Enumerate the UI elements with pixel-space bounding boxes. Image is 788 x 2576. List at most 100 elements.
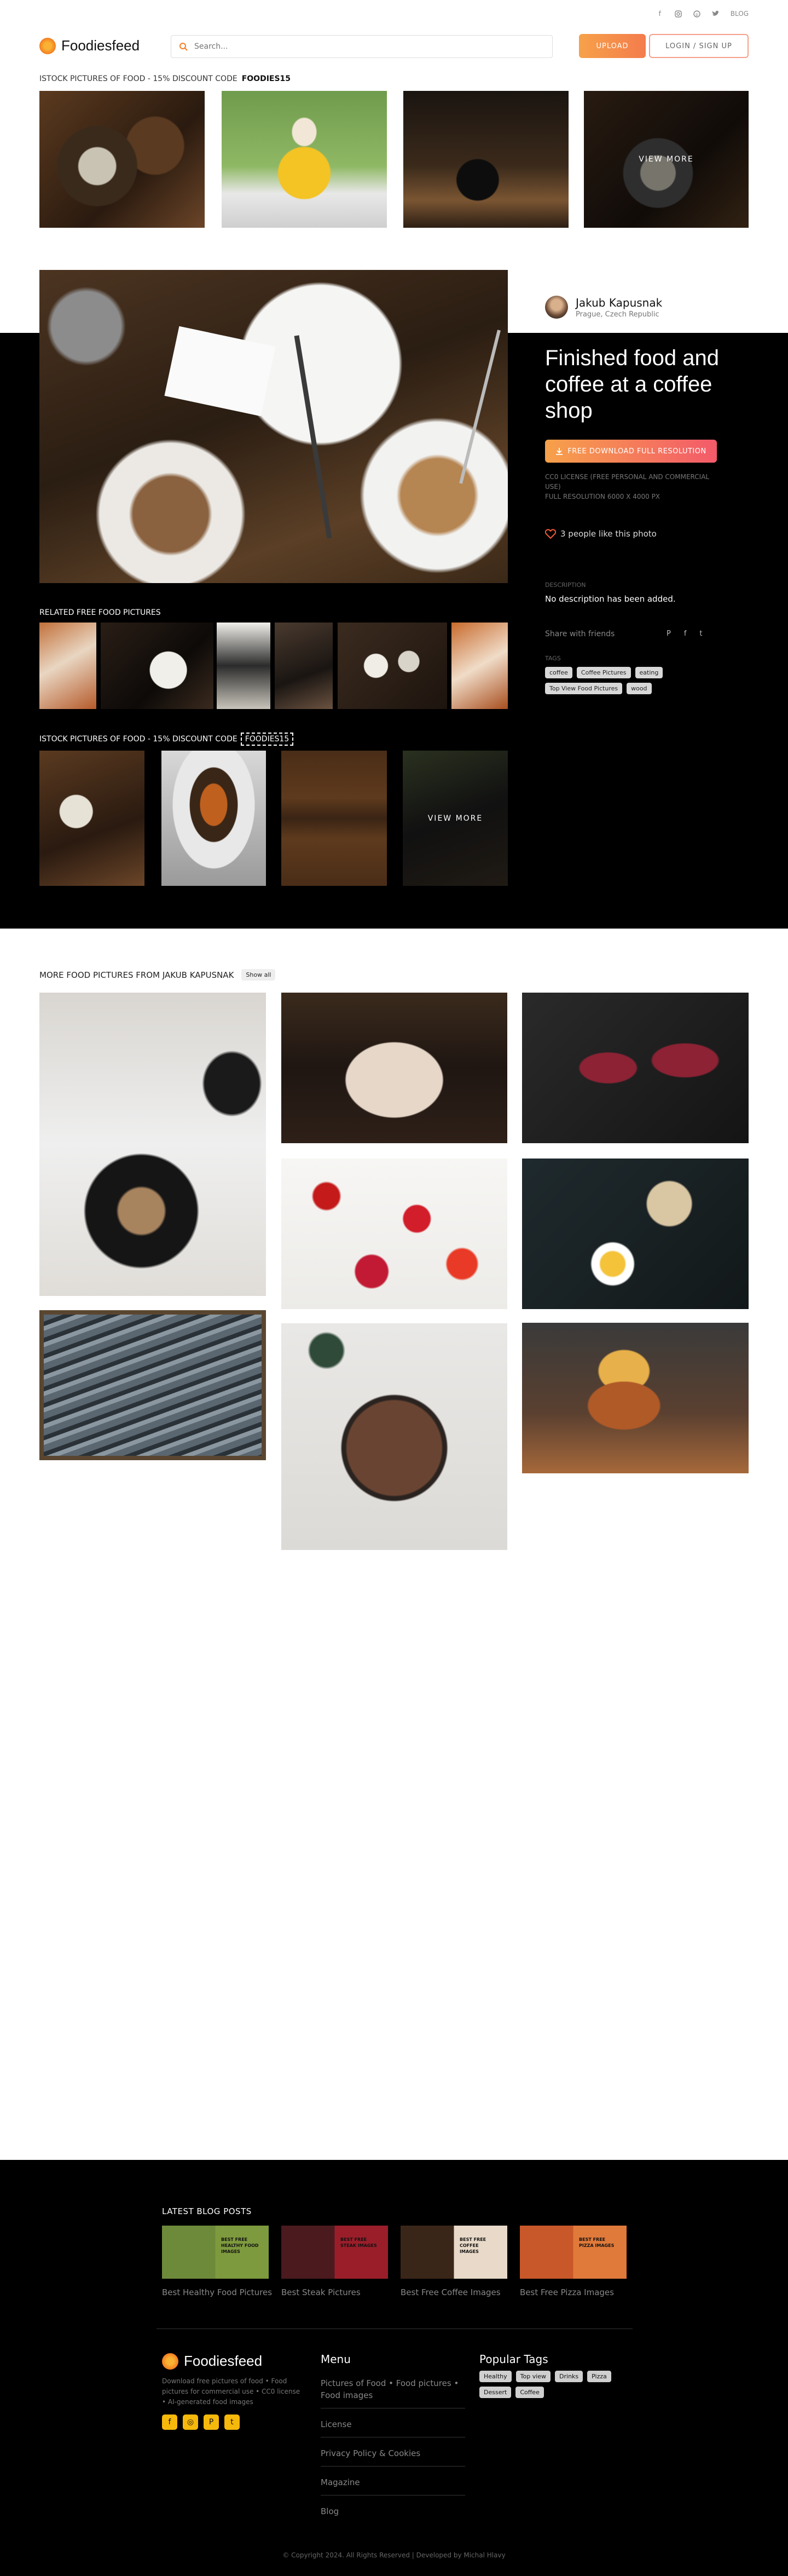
footer-tags-title: Popular Tags	[479, 2353, 548, 2366]
blog-post-caption[interactable]: Best Healthy Food Pictures	[162, 2287, 272, 2297]
brand-name: Foodiesfeed	[61, 37, 140, 54]
footer-tags: Healthy Top view Drinks Pizza Dessert Co…	[479, 2371, 622, 2398]
related-thumb[interactable]	[275, 623, 333, 709]
blog-post-image[interactable]: BEST FREE PIZZA IMAGES	[520, 2226, 627, 2279]
istock-promo-dark[interactable]: ISTOCK PICTURES OF FOOD - 15% DISCOUNT C…	[39, 733, 294, 746]
view-more-label: VIEW MORE	[584, 91, 749, 228]
blog-post-image[interactable]: BEST FREE STEAK IMAGES	[281, 2226, 388, 2279]
main-photo[interactable]	[39, 270, 508, 583]
blog-post-badge: BEST FREE STEAK IMAGES	[340, 2237, 377, 2248]
photo-title: Finished food and coffee at a coffee sho…	[545, 346, 720, 423]
gallery-photo[interactable]	[522, 993, 749, 1143]
promo-code: FOODIES15	[241, 74, 291, 83]
download-icon	[556, 448, 563, 455]
blog-post-image[interactable]: BEST FREE COFFEE IMAGES	[401, 2226, 507, 2279]
share-facebook-icon[interactable]: f	[684, 630, 687, 638]
description-label: DESCRIPTION	[545, 581, 586, 589]
related-thumb[interactable]	[39, 623, 96, 709]
facebook-icon[interactable]: f	[162, 2414, 177, 2430]
footer-tag-chip[interactable]: Coffee	[515, 2387, 544, 2398]
footer-tag-chip[interactable]: Healthy	[479, 2371, 512, 2382]
gallery-photo[interactable]	[281, 1159, 507, 1309]
tag-chip[interactable]: Coffee Pictures	[576, 667, 631, 678]
instagram-icon[interactable]: ◎	[183, 2414, 198, 2430]
resolution-text: FULL RESOLUTION 6000 X 4000 PX	[545, 493, 660, 500]
share-twitter-icon[interactable]: t	[699, 630, 702, 638]
share-label: Share with friends	[545, 630, 615, 638]
footer-logo[interactable]: Foodiesfeed	[162, 2353, 262, 2370]
blog-post-image[interactable]: BEST FREE HEALTHY FOOD IMAGES	[162, 2226, 269, 2279]
footer-tag-chip[interactable]: Pizza	[587, 2371, 611, 2382]
istock-dark-thumb[interactable]	[39, 751, 144, 886]
pinterest-icon[interactable]: P	[204, 2414, 219, 2430]
share-pinterest-icon[interactable]: P	[667, 630, 671, 638]
tag-chip[interactable]: coffee	[545, 667, 572, 678]
footer-menu: Pictures of Food • Food pictures • Food …	[321, 2375, 465, 2532]
free-download-button[interactable]: FREE DOWNLOAD FULL RESOLUTION	[545, 440, 717, 463]
istock-dark-view-more[interactable]: VIEW MORE	[403, 751, 508, 886]
blog-title: LATEST BLOG POSTS	[162, 2206, 252, 2216]
gallery-photo[interactable]	[522, 1323, 749, 1473]
promo-code-dark: FOODIES15	[240, 733, 294, 746]
tag-chip[interactable]: wood	[627, 683, 652, 694]
twitter-icon[interactable]	[712, 10, 720, 18]
related-thumb[interactable]	[451, 623, 508, 709]
istock-thumb-woman[interactable]	[222, 91, 387, 228]
footer-menu-link[interactable]: Privacy Policy & Cookies	[321, 2445, 465, 2466]
istock-thumb-view-more[interactable]: VIEW MORE	[584, 91, 749, 228]
tag-chip[interactable]: eating	[635, 667, 663, 678]
blog-post-badge: BEST FREE COFFEE IMAGES	[460, 2237, 486, 2254]
gallery-photo[interactable]	[281, 1323, 507, 1550]
blog-post-caption[interactable]: Best Steak Pictures	[281, 2287, 361, 2297]
blog-post-caption[interactable]: Best Free Pizza Images	[520, 2287, 614, 2297]
blog-link[interactable]: BLOG	[731, 10, 749, 18]
gallery-photo[interactable]	[281, 993, 507, 1143]
author-block[interactable]: Jakub Kapusnak Prague, Czech Republic	[545, 296, 662, 319]
footer-about: Download free pictures of food • Food pi…	[162, 2377, 300, 2406]
author-location: Prague, Czech Republic	[576, 310, 659, 319]
show-all-button[interactable]: Show all	[241, 969, 276, 981]
more-from-author: MORE FOOD PICTURES FROM JAKUB KAPUSNAK S…	[39, 969, 276, 981]
facebook-icon[interactable]: f	[656, 10, 664, 18]
search-input[interactable]	[194, 42, 523, 51]
gallery-photo[interactable]	[39, 993, 266, 1296]
license-link[interactable]: CC0 LICENSE (FREE PERSONAL AND COMMERCIA…	[545, 472, 720, 492]
footer-menu-link[interactable]: Pictures of Food • Food pictures • Food …	[321, 2375, 465, 2408]
footer-menu-link[interactable]: License	[321, 2416, 465, 2437]
twitter-icon[interactable]: t	[224, 2414, 240, 2430]
related-thumb[interactable]	[101, 623, 213, 709]
footer-tag-chip[interactable]: Drinks	[555, 2371, 583, 2382]
related-thumb[interactable]	[217, 623, 270, 709]
svg-text:p: p	[696, 12, 698, 17]
search-bar[interactable]	[171, 35, 553, 58]
istock-promo-text[interactable]: ISTOCK PICTURES OF FOOD - 15% DISCOUNT C…	[39, 74, 291, 83]
related-thumb[interactable]	[338, 623, 447, 709]
social-topbar: f p BLOG	[656, 10, 749, 18]
istock-thumb-coffee-cup[interactable]	[403, 91, 569, 228]
istock-dark-thumb[interactable]	[281, 751, 387, 886]
footer-menu-link[interactable]: Blog	[321, 2503, 465, 2524]
footer-social: f ◎ P t	[162, 2414, 240, 2430]
istock-dark-thumb[interactable]	[161, 751, 266, 886]
footer-tag-chip[interactable]: Dessert	[479, 2387, 512, 2398]
related-title: RELATED FREE FOOD PICTURES	[39, 608, 161, 617]
upload-button[interactable]: UPLOAD	[579, 34, 646, 58]
like-button[interactable]: 3 people like this photo	[545, 529, 657, 539]
footer-tag-chip[interactable]: Top view	[515, 2371, 551, 2382]
description-text: No description has been added.	[545, 594, 676, 604]
gallery-photo[interactable]	[39, 1310, 266, 1460]
brand-logo[interactable]: Foodiesfeed	[39, 37, 140, 54]
more-title-text: MORE FOOD PICTURES FROM JAKUB KAPUSNAK	[39, 970, 234, 980]
istock-thumb-coffee-beans[interactable]	[39, 91, 205, 228]
pinterest-icon[interactable]: p	[693, 10, 701, 18]
copyright: © Copyright 2024. All Rights Reserved | …	[282, 2551, 506, 2559]
instagram-icon[interactable]	[675, 10, 682, 18]
footer-menu-link[interactable]: Magazine	[321, 2474, 465, 2496]
author-name[interactable]: Jakub Kapusnak	[576, 296, 662, 309]
tag-chip[interactable]: Top View Food Pictures	[545, 683, 623, 694]
author-avatar[interactable]	[545, 296, 568, 319]
gallery-photo[interactable]	[522, 1159, 749, 1309]
license-info: CC0 LICENSE (FREE PERSONAL AND COMMERCIA…	[545, 472, 720, 502]
blog-post-caption[interactable]: Best Free Coffee Images	[401, 2287, 501, 2297]
login-signup-button[interactable]: LOGIN / SIGN UP	[649, 34, 749, 58]
